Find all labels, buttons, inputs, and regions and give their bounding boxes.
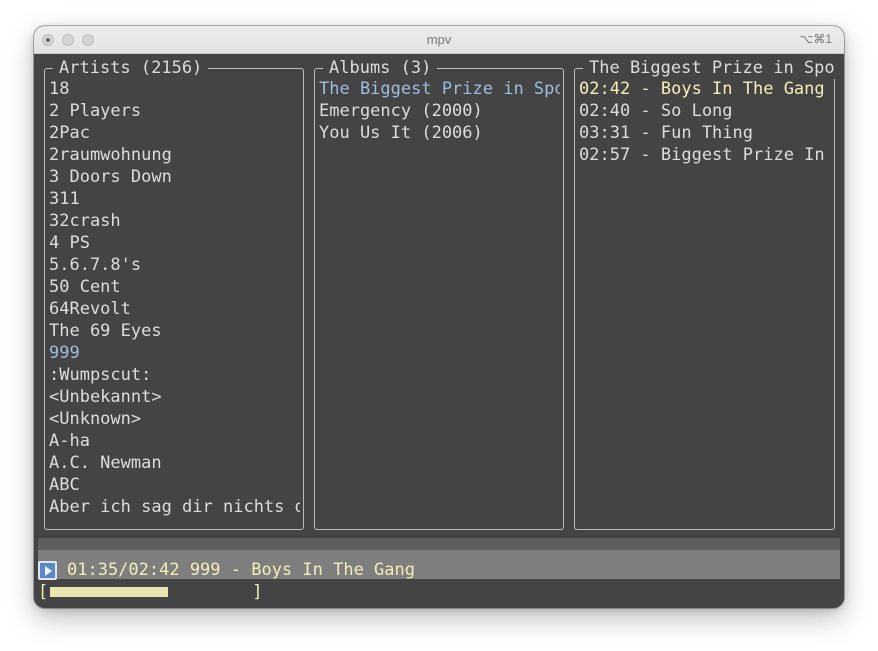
playback-status: 01:35/02:42 999 - Boys In The Gang xyxy=(38,559,415,581)
albums-panel: Albums (3) The Biggest Prize in Spo Emerg… xyxy=(314,57,564,530)
now-playing-text: 01:35/02:42 999 - Boys In The Gang xyxy=(67,560,415,580)
play-icon[interactable] xyxy=(38,560,57,580)
terminal-area: Artists (2156) 18 2 Players 2Pac 2raumwohnu… xyxy=(34,55,844,608)
artist-list-item[interactable]: <Unknown> xyxy=(49,408,300,430)
artist-list-item[interactable]: <Unbekannt> xyxy=(49,386,300,408)
title-bar: mpv ⌥⌘1 xyxy=(34,26,844,54)
artists-list[interactable]: 18 2 Players 2Pac 2raumwohnung 3 Doors Down 3… xyxy=(49,78,300,527)
artist-list-item[interactable]: A.C. Newman xyxy=(49,452,300,474)
artists-panel: Artists (2156) 18 2 Players 2Pac 2raumwohnu… xyxy=(44,57,304,530)
track-list-item[interactable]: 02:42 - Boys In The Gang xyxy=(579,78,831,100)
artist-list-item[interactable]: A-ha xyxy=(49,430,300,452)
artist-list-item[interactable]: 311 xyxy=(49,188,300,210)
artist-list-item[interactable]: 2Pac xyxy=(49,122,300,144)
progress-track[interactable] xyxy=(50,587,250,597)
albums-panel-title: Albums (3) xyxy=(323,57,438,79)
window-title: mpv xyxy=(426,32,452,47)
album-list-item[interactable]: Emergency (2000) xyxy=(319,100,560,122)
artist-list-item[interactable]: 64Revolt xyxy=(49,298,300,320)
track-list-item[interactable]: 03:31 - Fun Thing xyxy=(579,122,831,144)
artist-list-item[interactable]: ABC xyxy=(49,474,300,496)
artist-list-item[interactable]: 50 Cent xyxy=(49,276,300,298)
artist-list-item[interactable]: 999 xyxy=(49,342,300,364)
tracks-panel: The Biggest Prize in Spo 02:42 - Boys In… xyxy=(574,57,841,530)
artist-list-item[interactable]: Aber ich sag dir nichts d xyxy=(49,496,300,518)
artist-list-item[interactable]: 3 Doors Down xyxy=(49,166,300,188)
mpv-window: mpv ⌥⌘1 Artists (2156) 18 2 Players 2Pac 2r… xyxy=(34,26,844,608)
album-list-item[interactable]: The Biggest Prize in Spo xyxy=(319,78,560,100)
albums-list[interactable]: The Biggest Prize in Spo Emergency (2000)… xyxy=(319,78,560,527)
track-list-item[interactable]: 02:40 - So Long xyxy=(579,100,831,122)
progress-bar[interactable]: [ ] xyxy=(38,581,263,603)
artist-list-item[interactable]: 2raumwohnung xyxy=(49,144,300,166)
progress-fill xyxy=(50,587,168,597)
artist-list-item[interactable]: 18 xyxy=(49,78,300,100)
artist-list-item[interactable]: 2 Players xyxy=(49,100,300,122)
artist-list-item[interactable]: :Wumpscut: xyxy=(49,364,300,386)
artist-list-item[interactable]: 5.6.7.8's xyxy=(49,254,300,276)
window-shortcut: ⌥⌘1 xyxy=(799,32,832,46)
track-list-item[interactable]: 02:57 - Biggest Prize In xyxy=(579,144,831,166)
tracks-panel-title: The Biggest Prize in Spo xyxy=(583,57,841,79)
artist-list-item[interactable]: 32crash xyxy=(49,210,300,232)
album-list-item[interactable]: You Us It (2006) xyxy=(319,122,560,144)
progress-close-bracket: ] xyxy=(252,582,263,602)
progress-open-bracket: [ xyxy=(38,582,49,602)
artist-list-item[interactable]: The 69 Eyes xyxy=(49,320,300,342)
status-separator xyxy=(38,538,840,550)
artist-list-item[interactable]: 4 PS xyxy=(49,232,300,254)
artists-panel-title: Artists (2156) xyxy=(53,57,209,79)
tracks-list[interactable]: 02:42 - Boys In The Gang 02:40 - So Long 0… xyxy=(579,78,831,527)
